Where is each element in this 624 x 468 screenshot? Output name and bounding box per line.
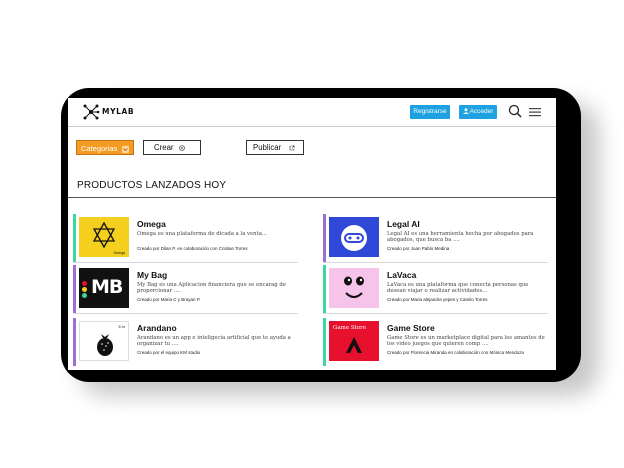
product-credit: Creado por Maria C y Brayan P.: [137, 297, 201, 302]
product-description: Legal AI es una herramienta hecha por ab…: [387, 231, 534, 244]
yellow-dot-icon: [82, 287, 87, 292]
product-description: LaVaca es una plataforma que conecta per…: [387, 282, 529, 295]
robot-face-icon: [341, 225, 367, 251]
cow-face-icon: [344, 276, 364, 298]
product-card-omega[interactable]: Omega Omega Omega es una plataforma de d…: [73, 214, 298, 263]
gamestore-thumb-text: Game Store: [333, 325, 367, 331]
register-button[interactable]: Registrarse: [410, 105, 450, 119]
product-credit: Creado por Juan Pablo Medina: [387, 246, 450, 251]
omega-thumb-label: Omega: [113, 251, 125, 255]
accent-bar: [323, 214, 326, 262]
molecule-logo-icon: [83, 104, 100, 120]
product-card-my-bag[interactable]: MB My Bag My Bag es una Aplicacion finan…: [73, 265, 298, 314]
accent-bar: [323, 265, 326, 313]
product-credit: Creado por Dilan P. en colaboración con …: [137, 246, 248, 251]
legalai-thumbnail: [329, 217, 379, 257]
publish-button[interactable]: Publicar: [246, 140, 304, 155]
omega-thumbnail: Omega: [79, 217, 129, 257]
product-name[interactable]: Legal AI: [387, 219, 420, 229]
product-description: My Bag es una Aplicacion financiera que …: [137, 282, 286, 295]
green-dot-icon: [82, 293, 87, 298]
user-icon: [462, 108, 469, 114]
product-name[interactable]: Game Store: [387, 323, 435, 333]
mybag-thumbnail: MB: [79, 268, 129, 308]
arandano-thumb-time: 5 hr: [118, 325, 125, 329]
product-description: Game Store es un marketplace digital par…: [387, 335, 545, 348]
product-name[interactable]: Arandano: [137, 323, 177, 333]
product-name[interactable]: My Bag: [137, 270, 167, 280]
product-card-lavaca[interactable]: LaVaca LaVaca es una plataforma que cone…: [323, 265, 548, 314]
categories-button[interactable]: Categorias: [76, 140, 134, 155]
section-divider: [68, 197, 556, 198]
product-credit: Creado por el equipo KM studio: [137, 350, 201, 355]
accent-bar: [323, 318, 326, 366]
product-description: Arandano es un app e inteligecia artific…: [137, 335, 291, 348]
accent-bar: [73, 318, 76, 366]
plus-circle-icon: [178, 145, 185, 151]
login-button[interactable]: Acceder: [459, 105, 497, 119]
accent-bar: [73, 265, 76, 313]
accent-bar: [73, 214, 76, 262]
publish-label: Publicar: [253, 143, 282, 152]
categories-label: Categorias: [81, 144, 118, 153]
gamestore-thumbnail: Game Store: [329, 321, 379, 361]
product-credit: Creado por Florencia Miranda en colabora…: [387, 350, 524, 355]
login-label: Acceder: [469, 108, 494, 115]
section-title: PRODUCTOS LANZADOS HOY: [77, 180, 227, 191]
product-card-game-store[interactable]: Game Store Game Store Game Store es un m…: [323, 318, 548, 366]
product-card-legal-ai[interactable]: Legal AI Legal AI es una herramienta hec…: [323, 214, 548, 263]
create-button[interactable]: Crear: [143, 140, 201, 155]
product-name[interactable]: LaVaca: [387, 270, 416, 280]
chevron-down-icon: [122, 145, 130, 153]
red-dot-icon: [82, 281, 87, 286]
product-card-arandano[interactable]: 5 hr Arandano Arandano es un app e intel…: [73, 318, 298, 366]
top-navbar: MYLAB Registrarse Acceder: [68, 98, 556, 127]
product-name[interactable]: Omega: [137, 219, 166, 229]
lavaca-thumbnail: [329, 268, 379, 308]
external-link-icon: [290, 145, 295, 151]
search-icon[interactable]: [508, 104, 522, 118]
brand-name: MYLAB: [102, 107, 135, 116]
arandano-thumbnail: 5 hr: [79, 321, 129, 361]
app-screen: MYLAB Registrarse Acceder Categorias Cre…: [68, 98, 556, 370]
product-description: Omega es una plataforma de dicada a la v…: [137, 231, 267, 237]
mybag-thumb-text: MB: [91, 276, 123, 298]
product-credit: Creado por Maria alejandra yepes y Camil…: [387, 297, 488, 302]
hamburger-menu-icon[interactable]: [529, 107, 541, 117]
create-label: Crear: [154, 143, 174, 152]
